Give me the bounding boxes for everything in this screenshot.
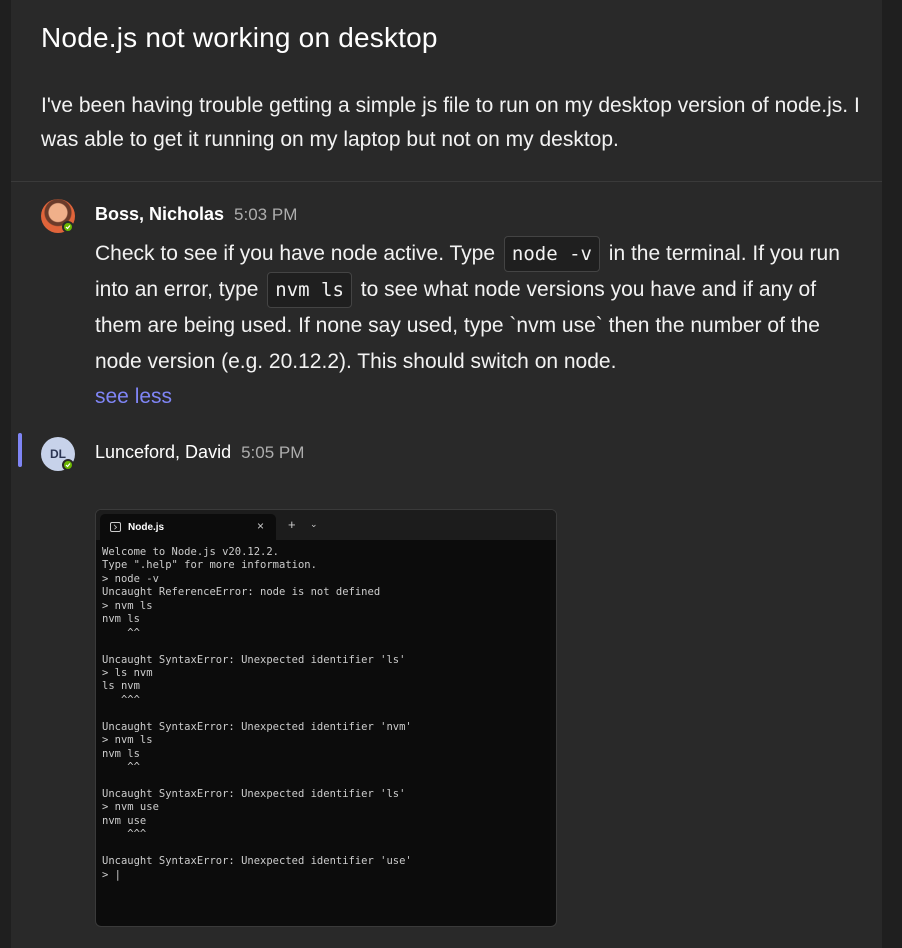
message-text: Check to see if you have node active. Ty…: [95, 242, 496, 265]
post-title: Node.js not working on desktop: [41, 22, 438, 53]
terminal-tab: Node.js ×: [100, 514, 276, 540]
terminal-line: Uncaught SyntaxError: Unexpected identif…: [102, 855, 412, 868]
see-less-link[interactable]: see less: [95, 385, 172, 408]
inline-code: nvm ls: [267, 272, 352, 308]
conversation-panel: Node.js not working on desktop I've been…: [11, 0, 882, 948]
terminal-line: > node -v: [102, 572, 159, 585]
terminal-line: > nvm use: [102, 801, 159, 814]
terminal-line: > nvm ls: [102, 599, 153, 612]
terminal-icon: [110, 522, 121, 532]
presence-available-icon: [62, 459, 74, 471]
reply-header: Lunceford, David 5:05 PM: [95, 442, 304, 463]
inline-code: node -v: [503, 236, 600, 272]
reply-header: Boss, Nicholas 5:03 PM: [95, 204, 297, 225]
author-name[interactable]: Boss, Nicholas: [95, 204, 224, 224]
post-body: I've been having trouble getting a simpl…: [41, 94, 860, 151]
terminal-line: > nvm ls: [102, 734, 153, 747]
reply-message: Check to see if you have node active. Ty…: [95, 236, 865, 415]
close-icon: ×: [256, 519, 264, 533]
terminal-line: nvm ls: [102, 747, 140, 760]
terminal-line: nvm ls: [102, 613, 140, 626]
chevron-down-icon: ⌄: [310, 519, 318, 529]
terminal-tab-title: Node.js: [128, 521, 165, 533]
timestamp: 5:05 PM: [241, 443, 305, 462]
terminal-line: Uncaught SyntaxError: Unexpected identif…: [102, 653, 406, 666]
original-post: Node.js not working on desktop I've been…: [11, 0, 882, 182]
terminal-line: nvm use: [102, 814, 147, 827]
terminal-line: ^^^: [102, 693, 140, 706]
terminal-line: Uncaught SyntaxError: Unexpected identif…: [102, 720, 412, 733]
terminal-line: ^^: [102, 626, 140, 639]
terminal-line: Type ".help" for more information.: [102, 559, 317, 572]
author-name[interactable]: Lunceford, David: [95, 442, 231, 462]
terminal-screenshot-image[interactable]: Node.js × + ⌄ Welcome to Node.js v20.12.…: [95, 509, 557, 927]
terminal-line: > |: [102, 868, 121, 881]
terminal-line: ^^^: [102, 828, 147, 841]
terminal-line: Uncaught ReferenceError: node is not def…: [102, 586, 381, 599]
terminal-line: ls nvm: [102, 680, 140, 693]
terminal-line: > ls nvm: [102, 666, 153, 679]
terminal-line: Welcome to Node.js v20.12.2.: [102, 546, 280, 558]
plus-icon: +: [288, 517, 296, 532]
unread-indicator: [18, 433, 22, 467]
terminal-line: Uncaught SyntaxError: Unexpected identif…: [102, 787, 406, 800]
terminal-output: Welcome to Node.js v20.12.2. Type ".help"…: [96, 540, 556, 888]
terminal-line: ^^: [102, 761, 140, 773]
timestamp: 5:03 PM: [234, 205, 298, 224]
presence-available-icon: [62, 221, 74, 233]
terminal-tab-bar: Node.js × + ⌄: [96, 510, 556, 540]
